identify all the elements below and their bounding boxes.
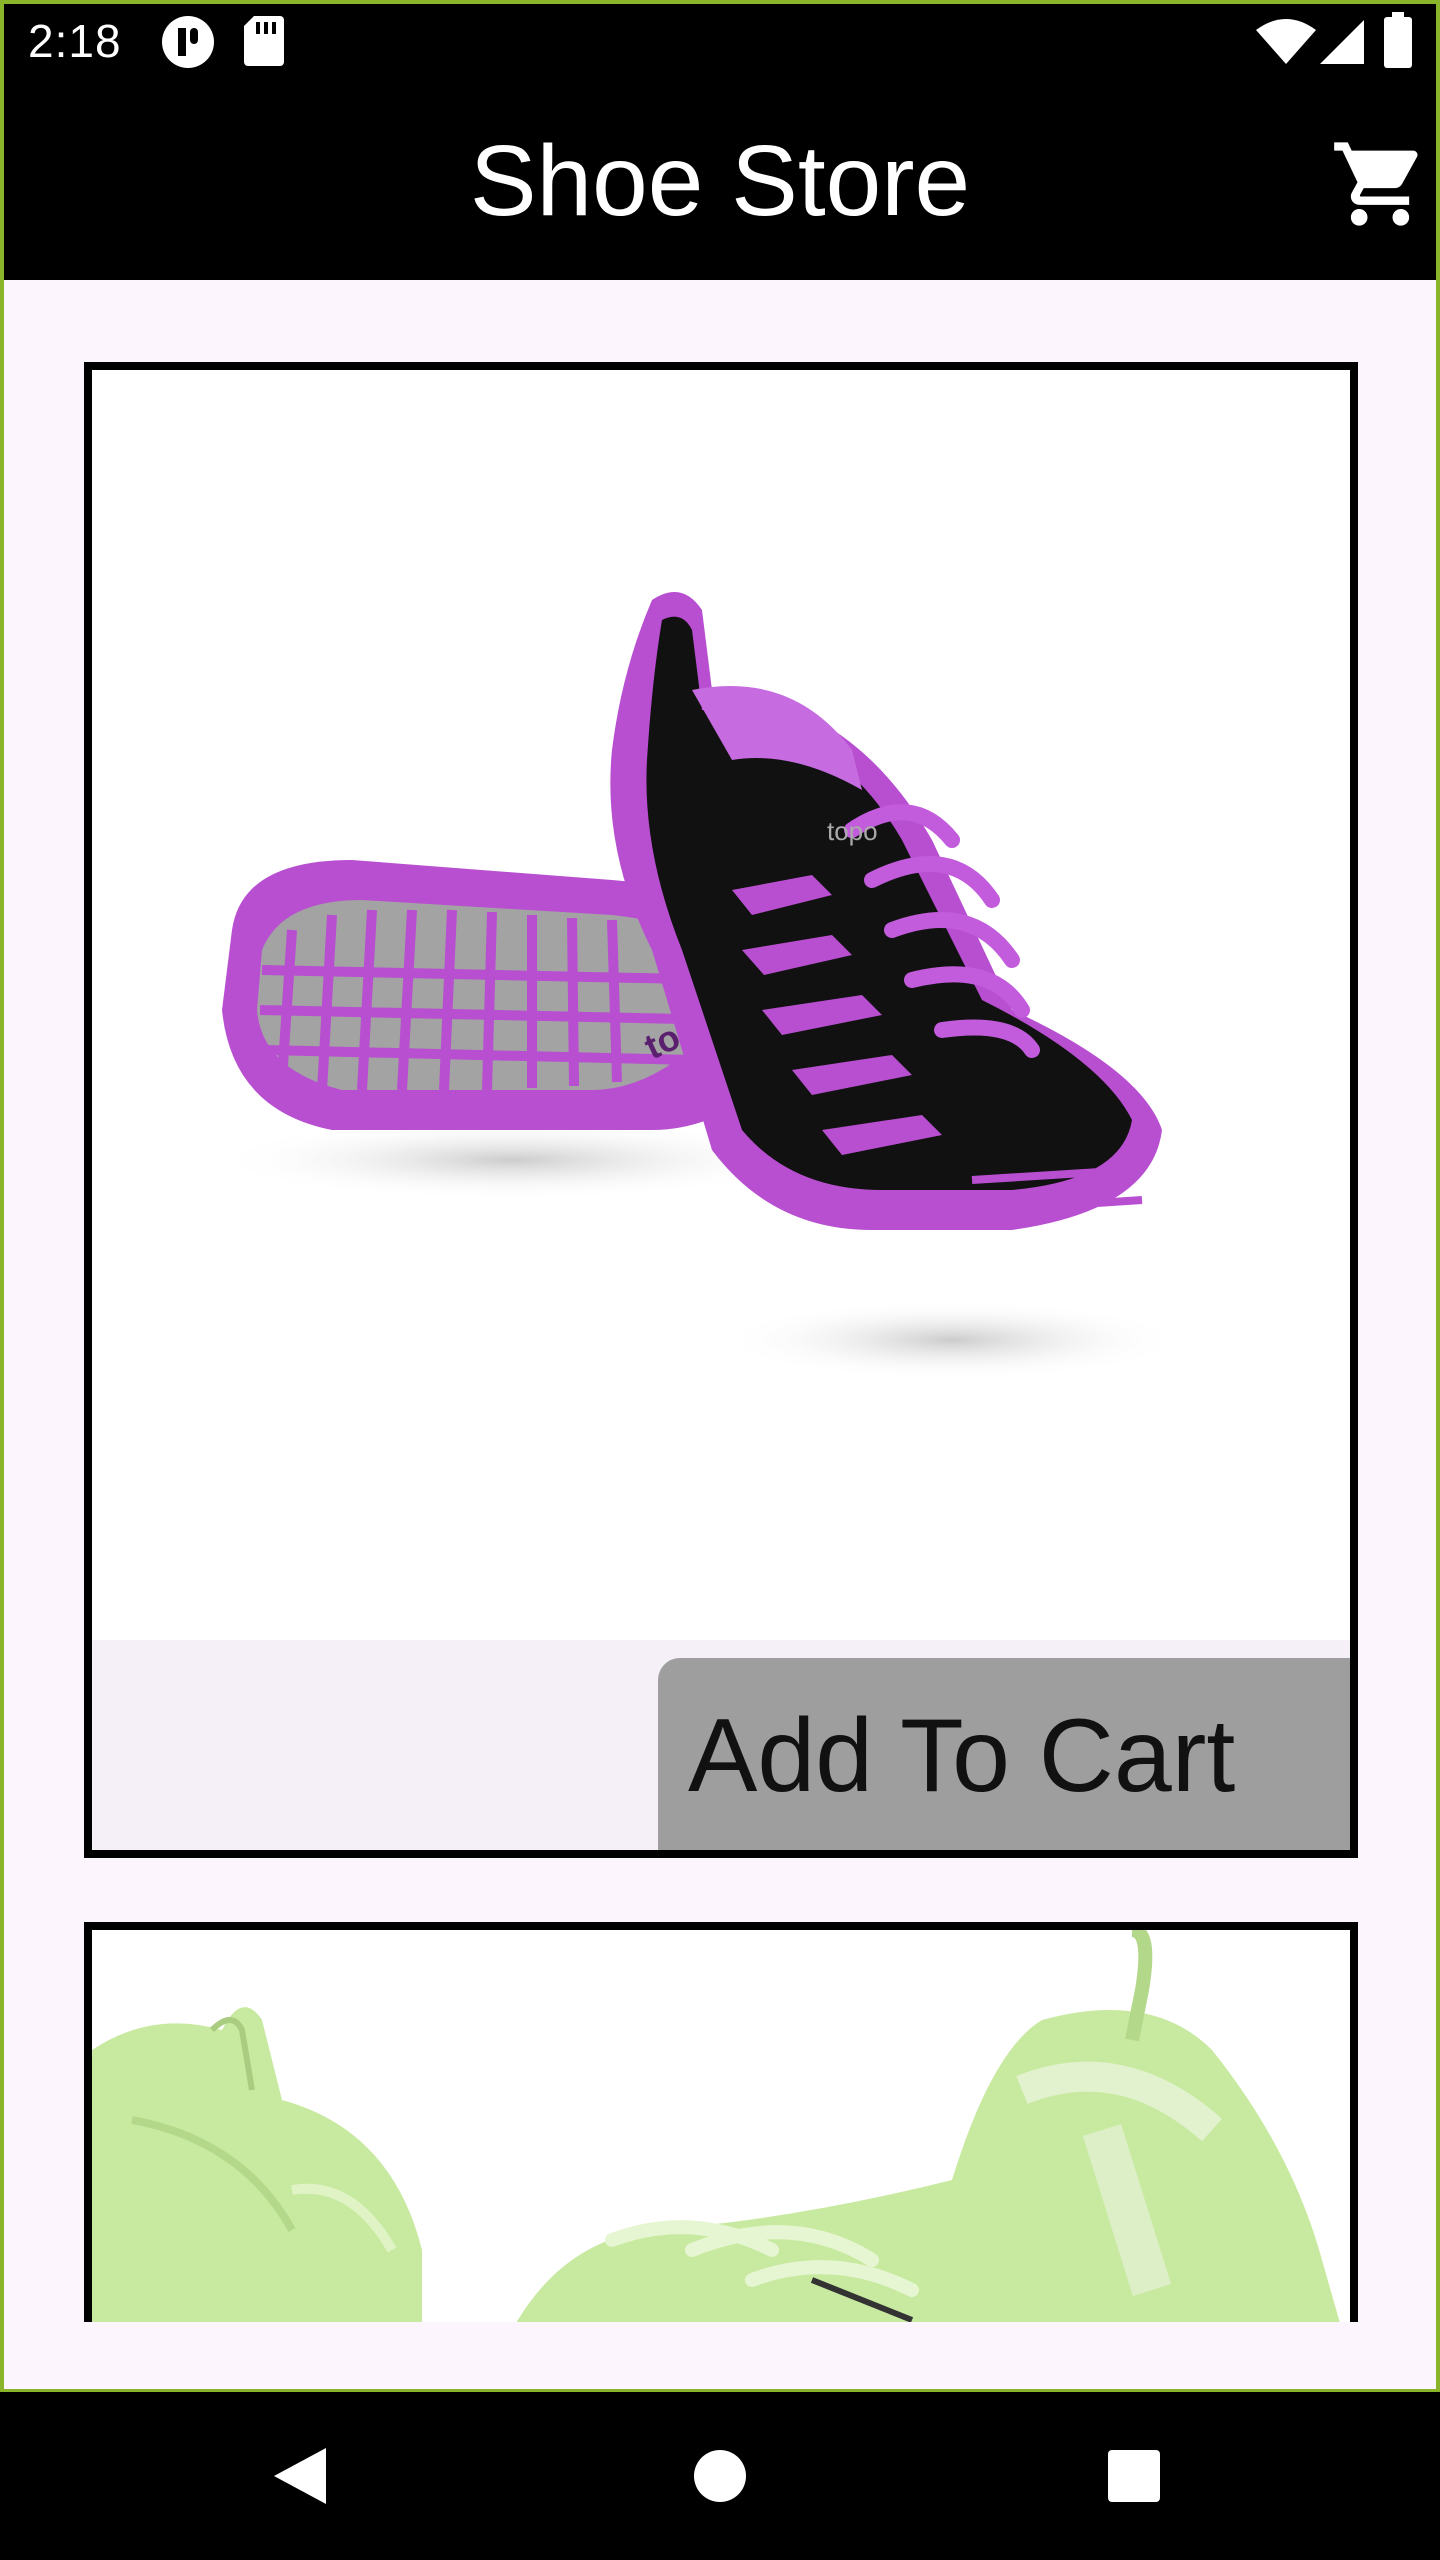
recents-icon	[1108, 2450, 1160, 2502]
product-list[interactable]: topo Add To Cart	[4, 280, 1436, 2392]
status-time: 2:18	[28, 15, 122, 67]
system-nav-bar	[0, 2392, 1440, 2560]
sd-card-icon	[244, 14, 284, 71]
product-brand-text: topo	[827, 816, 878, 846]
product-image	[92, 1930, 1350, 2322]
cart-button[interactable]	[1330, 134, 1430, 234]
device-screen: 2:18 Shoe Store topo Add To Cart	[0, 0, 1440, 2560]
back-button[interactable]	[260, 2436, 340, 2516]
app-bar: Shoe Store	[0, 84, 1440, 280]
light-green-sneaker	[92, 1930, 1340, 2322]
product-card-footer: Add To Cart	[92, 1640, 1350, 1850]
shopping-cart-icon	[1334, 142, 1418, 226]
product-card	[84, 1922, 1358, 2322]
cell-signal-icon	[1318, 18, 1366, 71]
app-title: Shoe Store	[469, 125, 971, 237]
recents-button[interactable]	[1094, 2436, 1174, 2516]
product-image: topo	[92, 370, 1350, 1640]
battery-icon	[1384, 12, 1412, 73]
signal-app-icon	[160, 14, 216, 75]
wifi-icon	[1256, 18, 1316, 71]
status-bar: 2:18	[0, 0, 1440, 84]
purple-black-running-shoe: topo	[212, 592, 1182, 1380]
home-button[interactable]	[680, 2436, 760, 2516]
home-icon	[694, 2450, 746, 2502]
add-to-cart-button[interactable]: Add To Cart	[658, 1658, 1350, 1850]
product-card: topo Add To Cart	[84, 362, 1358, 1858]
back-icon	[274, 2448, 326, 2504]
